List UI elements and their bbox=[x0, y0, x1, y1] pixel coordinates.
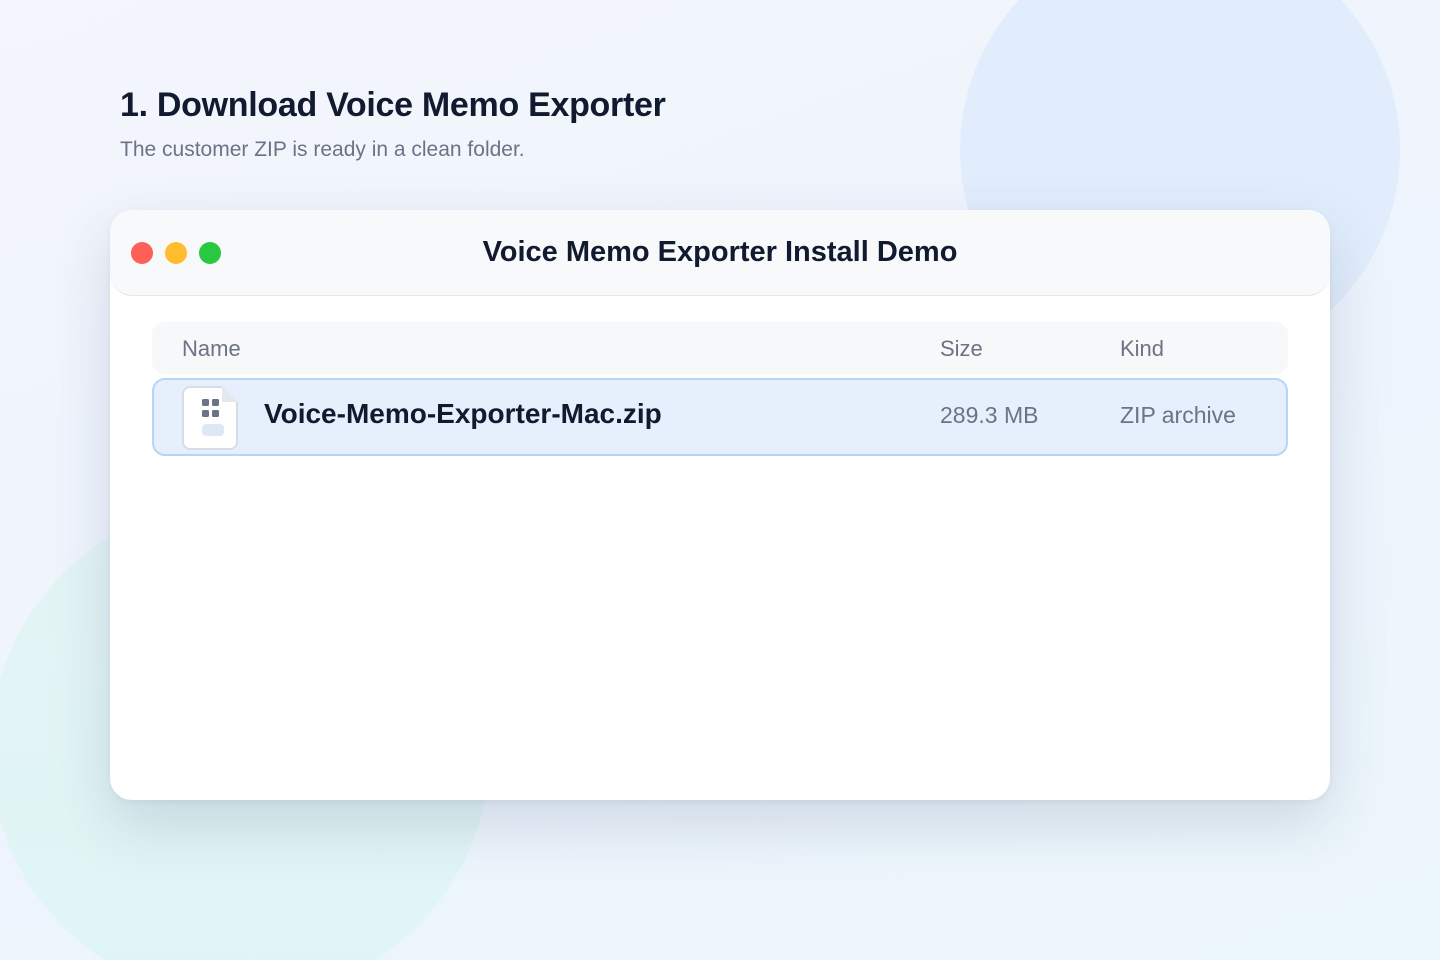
file-kind: ZIP archive bbox=[1120, 402, 1236, 428]
window-title: Voice Memo Exporter Install Demo bbox=[482, 236, 958, 268]
column-header-size[interactable]: Size bbox=[940, 336, 983, 362]
column-header-kind[interactable]: Kind bbox=[1120, 336, 1164, 362]
finder-window: Voice Memo Exporter Install Demo Name Si… bbox=[110, 210, 1330, 800]
column-header-name[interactable]: Name bbox=[182, 336, 241, 362]
window-titlebar: Voice Memo Exporter Install Demo bbox=[110, 210, 1330, 296]
file-row-selected[interactable]: Voice-Memo-Exporter-Mac.zip 289.3 MB ZIP… bbox=[152, 378, 1288, 456]
page-subheading: The customer ZIP is ready in a clean fol… bbox=[120, 138, 525, 161]
list-header: Name Size Kind bbox=[152, 322, 1288, 374]
zip-file-icon bbox=[182, 386, 238, 450]
file-size: 289.3 MB bbox=[940, 402, 1039, 428]
file-name: Voice-Memo-Exporter-Mac.zip bbox=[264, 398, 662, 429]
page-heading: 1. Download Voice Memo Exporter bbox=[120, 86, 666, 124]
